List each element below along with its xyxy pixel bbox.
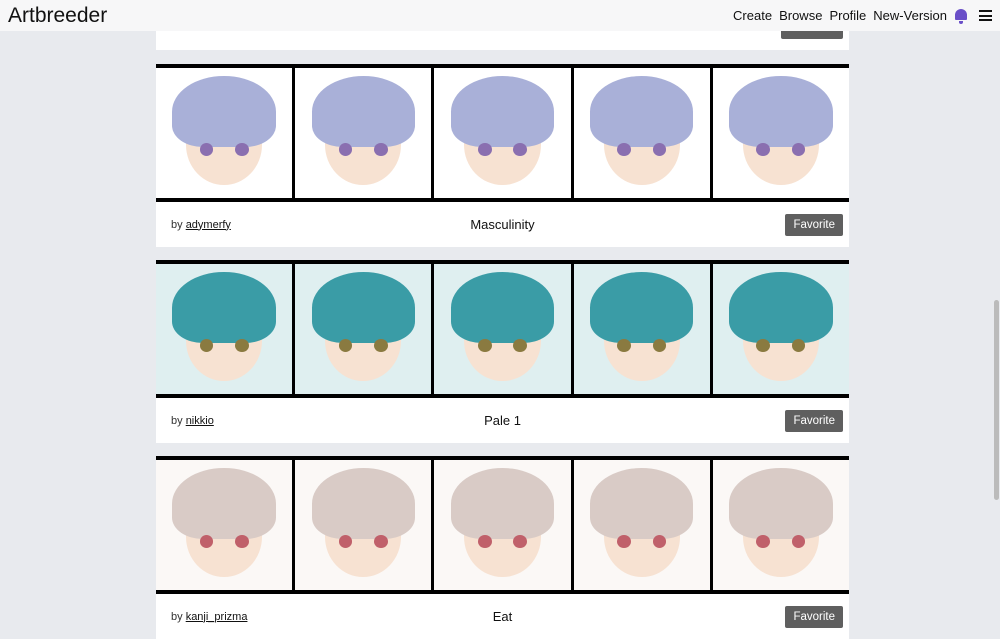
variation-image[interactable] xyxy=(434,460,571,590)
favorite-button[interactable]: Favorite xyxy=(785,213,843,236)
variation-image[interactable] xyxy=(434,68,571,198)
author-link[interactable]: kanji_prizma xyxy=(186,611,248,623)
top-navbar: Artbreeder Create Browse Profile New-Ver… xyxy=(0,0,1000,31)
hair-shape xyxy=(450,75,555,148)
hair-shape xyxy=(729,75,833,148)
hair-shape xyxy=(589,467,694,540)
nav-links: Create Browse Profile New-Version xyxy=(733,8,992,24)
image-strip xyxy=(156,260,850,398)
hair-shape xyxy=(172,467,276,540)
bell-icon[interactable] xyxy=(954,8,968,24)
card-footer: by kanji_prizma Eat Favorite xyxy=(156,594,849,639)
variation-card: by kanji_prizma Eat Favorite xyxy=(156,456,850,639)
hair-shape xyxy=(311,75,416,148)
variation-image[interactable] xyxy=(573,460,710,590)
nav-new-version[interactable]: New-Version xyxy=(873,8,947,23)
favorite-button[interactable]: Favorite xyxy=(785,409,843,432)
nav-create[interactable]: Create xyxy=(733,8,772,23)
variation-image[interactable] xyxy=(434,264,571,394)
variation-image[interactable] xyxy=(295,460,432,590)
eye-shape xyxy=(477,339,492,353)
eye-shape xyxy=(234,535,249,549)
variation-image[interactable] xyxy=(295,264,432,394)
by-label: by xyxy=(171,610,183,623)
by-label: by xyxy=(171,218,183,231)
eye-shape xyxy=(477,143,492,157)
hair-shape xyxy=(450,467,555,540)
nav-profile[interactable]: Profile xyxy=(829,8,866,23)
card-footer: by adymerfy Masculinity Favorite xyxy=(156,202,849,247)
hamburger-menu-icon[interactable] xyxy=(979,10,992,21)
scrollbar[interactable] xyxy=(994,300,999,500)
favorite-button[interactable]: Favorite xyxy=(785,605,843,628)
hair-shape xyxy=(311,467,416,540)
logo[interactable]: Artbreeder xyxy=(8,4,107,28)
hair-shape xyxy=(589,75,694,148)
author-link[interactable]: nikkio xyxy=(186,415,214,427)
author-line: by adymerfy xyxy=(171,219,231,231)
hair-shape xyxy=(729,271,833,344)
variation-image[interactable] xyxy=(295,68,432,198)
image-strip xyxy=(156,456,850,594)
card-title: Pale 1 xyxy=(484,413,521,428)
eye-shape xyxy=(234,339,249,353)
eye-shape xyxy=(234,143,249,157)
by-label: by xyxy=(171,414,183,427)
hair-shape xyxy=(450,271,555,344)
hair-shape xyxy=(311,271,416,344)
hair-shape xyxy=(172,271,276,344)
card-footer: by nikkio Pale 1 Favorite xyxy=(156,398,849,443)
variation-image[interactable] xyxy=(712,68,850,198)
nav-browse[interactable]: Browse xyxy=(779,8,822,23)
hair-shape xyxy=(172,75,276,148)
variation-image[interactable] xyxy=(573,264,710,394)
author-line: by kanji_prizma xyxy=(171,611,247,623)
hair-shape xyxy=(729,467,833,540)
variation-card: by adymerfy Masculinity Favorite xyxy=(156,64,850,247)
author-line: by nikkio xyxy=(171,415,214,427)
variation-image[interactable] xyxy=(156,264,293,394)
variation-card: by nikkio Pale 1 Favorite xyxy=(156,260,850,443)
eye-shape xyxy=(477,535,492,549)
image-strip xyxy=(156,64,850,202)
variation-image[interactable] xyxy=(156,68,293,198)
author-link[interactable]: adymerfy xyxy=(186,219,231,231)
hair-shape xyxy=(589,271,694,344)
variation-image[interactable] xyxy=(712,460,850,590)
variation-image[interactable] xyxy=(712,264,850,394)
variation-image[interactable] xyxy=(573,68,710,198)
variation-image[interactable] xyxy=(156,460,293,590)
card-title: Masculinity xyxy=(470,217,535,232)
